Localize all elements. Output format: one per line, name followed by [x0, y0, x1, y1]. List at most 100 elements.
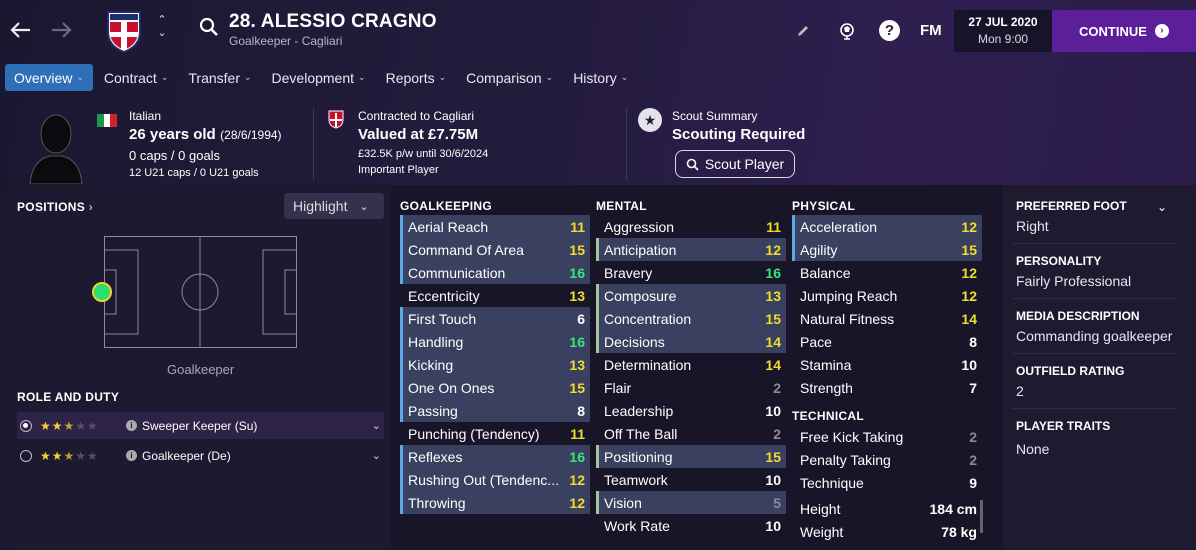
- radio-button[interactable]: [20, 449, 32, 462]
- attribute-row-vision[interactable]: Vision 5: [596, 491, 786, 514]
- attribute-row-throwing[interactable]: Throwing 12: [400, 491, 590, 514]
- attribute-row-pace[interactable]: Pace 8: [792, 330, 982, 353]
- tab-comparison[interactable]: Comparison ⌄: [457, 64, 562, 91]
- attribute-row-communication[interactable]: Communication 16: [400, 261, 590, 284]
- attribute-row-determination[interactable]: Determination 14: [596, 353, 786, 376]
- attribute-row-stamina[interactable]: Stamina 10: [792, 353, 982, 376]
- attribute-row-punching-tendency[interactable]: Punching (Tendency) 11: [400, 422, 590, 445]
- technical-attributes: Free Kick Taking 2 Penalty Taking 2 Techniqu…: [792, 425, 982, 494]
- chevron-down-icon[interactable]: ⌄: [372, 419, 381, 432]
- attribute-row-bravery[interactable]: Bravery 16: [596, 261, 786, 284]
- attribute-row-command-of-area[interactable]: Command Of Area 15: [400, 238, 590, 261]
- attribute-value: 184 cm: [929, 500, 977, 517]
- tab-transfer[interactable]: Transfer ⌄: [179, 64, 260, 91]
- attribute-row-work-rate[interactable]: Work Rate 10: [596, 514, 786, 537]
- attribute-row-aggression[interactable]: Aggression 11: [596, 215, 786, 238]
- positions-heading-label: POSITIONS: [17, 200, 86, 214]
- attribute-row-handling[interactable]: Handling 16: [400, 330, 590, 353]
- fm-logo[interactable]: FM: [920, 22, 942, 39]
- attribute-row-jumping-reach[interactable]: Jumping Reach 12: [792, 284, 982, 307]
- tab-history[interactable]: History ⌄: [564, 64, 637, 91]
- chevron-down-icon[interactable]: ⌄: [1157, 200, 1167, 214]
- attribute-value: 15: [961, 241, 977, 258]
- attribute-row-teamwork[interactable]: Teamwork 10: [596, 468, 786, 491]
- edit-pencil-icon[interactable]: [791, 19, 815, 43]
- continue-button[interactable]: CONTINUE ›: [1052, 10, 1196, 52]
- attribute-row-height[interactable]: Height 184 cm: [792, 497, 982, 520]
- radio-button[interactable]: [20, 419, 32, 432]
- attribute-row-aerial-reach[interactable]: Aerial Reach 11: [400, 215, 590, 238]
- u21-caps: 12 U21 caps / 0 U21 goals: [129, 167, 259, 179]
- attribute-name: Punching (Tendency): [408, 425, 540, 442]
- attribute-row-natural-fitness[interactable]: Natural Fitness 14: [792, 307, 982, 330]
- attribute-row-strength[interactable]: Strength 7: [792, 376, 982, 399]
- tab-label: Transfer: [188, 69, 240, 86]
- football-trophy-icon[interactable]: [835, 19, 859, 43]
- info-icon[interactable]: i: [126, 450, 137, 461]
- attribute-row-decisions[interactable]: Decisions 14: [596, 330, 786, 353]
- italy-flag-icon: [97, 114, 118, 127]
- role-row-goalkeeper[interactable]: ★★★★★ i Goalkeeper (De) ⌄: [17, 442, 384, 469]
- tab-contract[interactable]: Contract ⌄: [95, 64, 177, 91]
- attribute-name: Kicking: [408, 356, 454, 373]
- attribute-row-flair[interactable]: Flair 2: [596, 376, 786, 399]
- date-of-birth: (28/6/1994): [220, 128, 282, 142]
- attribute-row-free-kick-taking[interactable]: Free Kick Taking 2: [792, 425, 982, 448]
- attribute-row-balance[interactable]: Balance 12: [792, 261, 982, 284]
- attribute-row-first-touch[interactable]: First Touch 6: [400, 307, 590, 330]
- attribute-row-composure[interactable]: Composure 13: [596, 284, 786, 307]
- attribute-row-agility[interactable]: Agility 15: [792, 238, 982, 261]
- help-question-icon[interactable]: ?: [879, 20, 900, 41]
- attribute-name: Aerial Reach: [408, 218, 489, 235]
- player-switch-arrows-icon[interactable]: ⌃ ⌄: [155, 14, 169, 46]
- attribute-name: Off The Ball: [604, 425, 678, 442]
- top-bar: ⌃ ⌄ 28. ALESSIO CRAGNO Goalkeeper - Cagli…: [0, 0, 1196, 62]
- attribute-value: 10: [765, 471, 781, 488]
- tab-bar: Overview ⌄ Contract ⌄ Transfer ⌄ Developmen…: [5, 64, 639, 91]
- chevron-down-icon[interactable]: ⌄: [372, 449, 381, 462]
- goalkeeper-position-marker[interactable]: [92, 282, 112, 302]
- attribute-row-reflexes[interactable]: Reflexes 16: [400, 445, 590, 468]
- divider: [1012, 298, 1176, 299]
- tab-overview[interactable]: Overview ⌄: [5, 64, 93, 91]
- info-icon[interactable]: i: [126, 420, 137, 431]
- attribute-row-acceleration[interactable]: Acceleration 12: [792, 215, 982, 238]
- attribute-row-leadership[interactable]: Leadership 10: [596, 399, 786, 422]
- attribute-row-technique[interactable]: Technique 9: [792, 471, 982, 494]
- highlight-dropdown[interactable]: Highlight ⌄: [284, 193, 384, 219]
- outfield-rating-heading: OUTFIELD RATING: [1016, 364, 1125, 378]
- scout-player-button[interactable]: Scout Player: [675, 150, 795, 178]
- role-label: Goalkeeper (De): [142, 448, 231, 463]
- back-arrow-icon[interactable]: [7, 16, 35, 44]
- tab-reports[interactable]: Reports ⌄: [377, 64, 456, 91]
- club-badge-icon: [328, 110, 344, 129]
- outfield-rating: 2: [1016, 383, 1024, 399]
- attribute-row-concentration[interactable]: Concentration 15: [596, 307, 786, 330]
- forward-arrow-icon[interactable]: [47, 16, 75, 44]
- attribute-value: 12: [961, 218, 977, 235]
- attribute-name: Agility: [800, 241, 838, 258]
- attribute-row-positioning[interactable]: Positioning 15: [596, 445, 786, 468]
- media-description-heading: MEDIA DESCRIPTION: [1016, 309, 1140, 323]
- attribute-row-off-the-ball[interactable]: Off The Ball 2: [596, 422, 786, 445]
- attribute-value: 16: [765, 264, 781, 281]
- search-icon[interactable]: [199, 17, 221, 39]
- attribute-row-kicking[interactable]: Kicking 13: [400, 353, 590, 376]
- role-row-sweeper-keeper[interactable]: ★★★★★ i Sweeper Keeper (Su) ⌄: [17, 412, 384, 439]
- attribute-name: Jumping Reach: [800, 287, 898, 304]
- attribute-name: Determination: [604, 356, 692, 373]
- attribute-row-eccentricity[interactable]: Eccentricity 13: [400, 284, 590, 307]
- scrollbar[interactable]: [980, 500, 983, 533]
- attribute-row-one-on-ones[interactable]: One On Ones 15: [400, 376, 590, 399]
- attribute-row-anticipation[interactable]: Anticipation 12: [596, 238, 786, 261]
- chevron-down-icon: ⌄: [160, 72, 169, 82]
- chevron-down-icon: ⌄: [76, 72, 84, 82]
- positions-heading[interactable]: POSITIONS ›: [17, 200, 93, 214]
- pitch-diagram: [104, 236, 297, 348]
- club-crest-icon[interactable]: [104, 6, 144, 54]
- attribute-row-weight[interactable]: Weight 78 kg: [792, 520, 982, 543]
- attribute-row-passing[interactable]: Passing 8: [400, 399, 590, 422]
- tab-development[interactable]: Development ⌄: [263, 64, 375, 91]
- attribute-row-rushing-out-tendenc[interactable]: Rushing Out (Tendenc... 12: [400, 468, 590, 491]
- attribute-row-penalty-taking[interactable]: Penalty Taking 2: [792, 448, 982, 471]
